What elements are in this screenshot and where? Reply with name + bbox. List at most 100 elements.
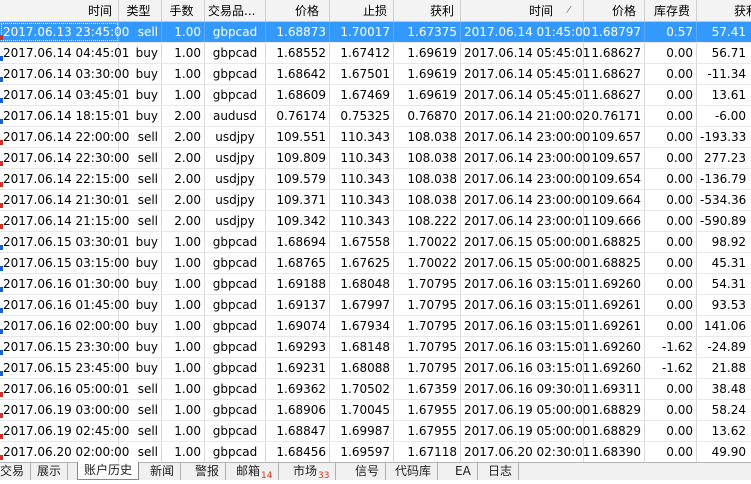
cell-stop-loss: 1.69597: [330, 442, 394, 462]
column-header-close-price[interactable]: 价格: [584, 0, 645, 21]
column-header-profit[interactable]: 获利: [697, 0, 751, 21]
buy-order-icon: [0, 266, 3, 271]
cell-volume: 1.00: [162, 253, 205, 273]
cell-stop-loss: 110.343: [330, 211, 394, 231]
cell-open-time: 2017.06.14 21:15:00: [0, 211, 129, 231]
column-header-swap[interactable]: 库存费: [645, 0, 697, 21]
sell-order-icon: [0, 392, 3, 397]
cell-close-price: 109.657: [584, 148, 645, 168]
cell-type: buy: [119, 316, 162, 336]
tab-10[interactable]: 日志: [482, 463, 520, 480]
tab-label: 警报: [195, 464, 220, 478]
table-row[interactable]: 2017.06.14 04:45:01 buy 1.00 gbpcad 1.68552 1…: [0, 43, 751, 64]
tab-5[interactable]: 邮箱14: [230, 463, 280, 481]
table-row[interactable]: 2017.06.15 03:30:01 buy 1.00 gbpcad 1.68694 1…: [0, 232, 751, 253]
tab-8[interactable]: 代码库: [389, 463, 439, 480]
table-row[interactable]: 2017.06.14 03:45:01 buy 1.00 gbpcad 1.68609 1…: [0, 85, 751, 106]
tab-6[interactable]: 市场33: [287, 463, 337, 481]
cell-close-time: 2017.06.14 23:00:00: [461, 190, 590, 210]
cell-stop-loss: 1.67558: [330, 232, 394, 252]
table-row[interactable]: 2017.06.20 02:00:00 sell 1.00 gbpcad 1.68456…: [0, 442, 751, 462]
cell-take-profit: 1.70795: [394, 337, 461, 357]
table-row[interactable]: 2017.06.14 22:00:00 sell 2.00 usdjpy 109.551…: [0, 127, 751, 148]
cell-close-time: 2017.06.19 05:00:00: [461, 400, 590, 420]
tab-label: 交易: [0, 464, 25, 478]
column-header-type[interactable]: 类型: [119, 0, 162, 21]
cell-type: buy: [119, 274, 162, 294]
cell-symbol: gbpcad: [205, 85, 266, 105]
column-header-volume[interactable]: 手数: [162, 0, 205, 21]
tab-9[interactable]: EA: [449, 463, 478, 480]
cell-symbol: audusd: [205, 106, 266, 126]
cell-profit: 21.88: [697, 358, 751, 378]
tab-7[interactable]: 信号: [349, 463, 387, 480]
column-header-open-price[interactable]: 价格: [266, 0, 330, 21]
cell-close-price: 109.654: [584, 169, 645, 189]
cell-open-time: 2017.06.14 22:00:00: [0, 127, 129, 147]
cell-type: buy: [119, 106, 162, 126]
cell-open-price: 1.69293: [266, 337, 330, 357]
tab-1[interactable]: 展示: [31, 463, 69, 480]
cell-take-profit: 1.67375: [394, 22, 461, 42]
table-row[interactable]: 2017.06.14 22:30:00 sell 2.00 usdjpy 109.809…: [0, 148, 751, 169]
column-header-symbol[interactable]: 交易品...: [205, 0, 266, 21]
cell-volume: 2.00: [162, 127, 205, 147]
tab-label: 邮箱: [236, 464, 261, 478]
tab-0[interactable]: 交易: [0, 463, 32, 480]
tab-3[interactable]: 新闻: [144, 463, 182, 480]
cell-stop-loss: 110.343: [330, 169, 394, 189]
table-row[interactable]: 2017.06.14 21:15:00 sell 2.00 usdjpy 109.342…: [0, 211, 751, 232]
table-row[interactable]: 2017.06.14 18:15:01 buy 2.00 audusd 0.76174 0…: [0, 106, 751, 127]
table-row[interactable]: 2017.06.13 23:45:00 sell 1.00 gbpcad 1.68873…: [0, 22, 751, 43]
table-row[interactable]: 2017.06.14 22:15:00 sell 2.00 usdjpy 109.579…: [0, 169, 751, 190]
column-header-stop-loss[interactable]: 止损: [330, 0, 394, 21]
cell-take-profit: 1.70795: [394, 316, 461, 336]
cell-profit: 38.48: [697, 379, 751, 399]
table-row[interactable]: 2017.06.19 03:00:00 sell 1.00 gbpcad 1.68906…: [0, 400, 751, 421]
cell-volume: 1.00: [162, 232, 205, 252]
cell-open-price: 1.68873: [266, 22, 330, 42]
column-header-close-time[interactable]: 时间: [461, 0, 584, 21]
cell-close-price: 1.68797: [584, 22, 645, 42]
table-row[interactable]: 2017.06.16 01:45:00 buy 1.00 gbpcad 1.69137 1…: [0, 295, 751, 316]
table-row[interactable]: 2017.06.14 03:30:00 buy 1.00 gbpcad 1.68642 1…: [0, 64, 751, 85]
cell-volume: 2.00: [162, 169, 205, 189]
cell-stop-loss: 110.343: [330, 148, 394, 168]
cell-symbol: usdjpy: [205, 169, 266, 189]
cell-close-time: 2017.06.16 03:15:01: [461, 337, 590, 357]
table-row[interactable]: 2017.06.16 05:00:01 sell 1.00 gbpcad 1.69362…: [0, 379, 751, 400]
cell-volume: 2.00: [162, 190, 205, 210]
cell-profit: 141.06: [697, 316, 751, 336]
cell-open-time: 2017.06.15 23:30:00: [0, 337, 129, 357]
column-header-take-profit[interactable]: 获利: [394, 0, 461, 21]
cell-type: buy: [119, 337, 162, 357]
cell-type: buy: [119, 358, 162, 378]
cell-type: sell: [119, 211, 162, 231]
cell-open-price: 1.68642: [266, 64, 330, 84]
table-row[interactable]: 2017.06.19 02:45:00 sell 1.00 gbpcad 1.68847…: [0, 421, 751, 442]
tab-2[interactable]: 账户历史: [77, 462, 140, 480]
cell-close-price: 109.657: [584, 127, 645, 147]
cell-open-price: 1.69231: [266, 358, 330, 378]
cell-profit: 54.31: [697, 274, 751, 294]
table-row[interactable]: 2017.06.15 03:15:00 buy 1.00 gbpcad 1.68765 1…: [0, 253, 751, 274]
cell-close-time: 2017.06.19 05:00:00: [461, 421, 590, 441]
cell-stop-loss: 110.343: [330, 190, 394, 210]
cell-symbol: gbpcad: [205, 253, 266, 273]
table-row[interactable]: 2017.06.16 01:30:00 buy 1.00 gbpcad 1.69188 1…: [0, 274, 751, 295]
cell-close-time: 2017.06.14 23:00:00: [461, 127, 590, 147]
cell-stop-loss: 0.75325: [330, 106, 394, 126]
cell-symbol: gbpcad: [205, 442, 266, 462]
cell-open-price: 1.68765: [266, 253, 330, 273]
cell-open-time: 2017.06.14 22:15:00: [0, 169, 129, 189]
cell-stop-loss: 1.70045: [330, 400, 394, 420]
cell-profit: 57.41: [697, 22, 751, 42]
table-row[interactable]: 2017.06.15 23:45:00 buy 1.00 gbpcad 1.69231 1…: [0, 358, 751, 379]
cell-open-price: 1.68906: [266, 400, 330, 420]
table-row[interactable]: 2017.06.15 23:30:00 buy 1.00 gbpcad 1.69293 1…: [0, 337, 751, 358]
buy-order-icon: [0, 287, 3, 292]
table-row[interactable]: 2017.06.16 02:00:00 buy 1.00 gbpcad 1.69074 1…: [0, 316, 751, 337]
table-row[interactable]: 2017.06.14 21:30:01 sell 2.00 usdjpy 109.371…: [0, 190, 751, 211]
column-header-open-time[interactable]: 时间: [0, 0, 119, 21]
tab-4[interactable]: 警报: [189, 463, 227, 480]
